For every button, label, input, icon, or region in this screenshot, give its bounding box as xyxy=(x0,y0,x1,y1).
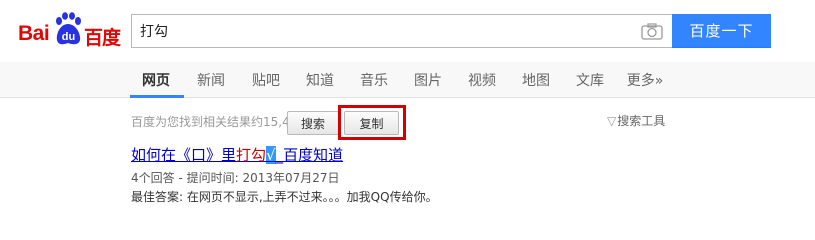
logo-text-bai: Bai xyxy=(18,22,50,45)
paw-icon: du xyxy=(56,12,81,45)
nav-tabs: 网页 新闻 贴吧 知道 音乐 图片 视频 地图 文库 更多» xyxy=(0,62,815,98)
tab-wenku[interactable]: 文库 xyxy=(573,62,607,98)
result-title-suffix: _百度知道 xyxy=(275,146,344,164)
search-input[interactable] xyxy=(132,15,632,47)
tab-tieba[interactable]: 贴吧 xyxy=(249,62,283,98)
search-tools-label: 搜索工具 xyxy=(617,114,666,128)
result-title-link[interactable]: 如何在《口》里打勾√_百度知道 xyxy=(131,144,343,165)
logo-badge-text: du xyxy=(62,31,75,43)
annotation-highlight-box xyxy=(338,105,406,140)
tab-zhidao[interactable]: 知道 xyxy=(303,62,337,98)
search-tools-link[interactable]: ▽搜索工具 xyxy=(607,112,665,129)
tab-video[interactable]: 视频 xyxy=(465,62,499,98)
tab-news[interactable]: 新闻 xyxy=(194,62,228,98)
search-button[interactable]: 百度一下 xyxy=(672,14,771,48)
tab-web[interactable]: 网页 xyxy=(134,62,178,98)
camera-icon[interactable] xyxy=(641,23,663,40)
logo-text-baidu: 百度 xyxy=(84,27,121,49)
baidu-logo[interactable]: Bai du 百度 xyxy=(18,12,124,49)
tab-images[interactable]: 图片 xyxy=(411,62,445,98)
filter-icon: ▽ xyxy=(607,114,617,128)
result-count: 百度为您找到相关结果约15,4 xyxy=(131,115,290,129)
tab-music[interactable]: 音乐 xyxy=(357,62,391,98)
tab-map[interactable]: 地图 xyxy=(519,62,553,98)
result-abstract: 最佳答案: 在网页不显示,上弄不过来。。。加我QQ传给你。 xyxy=(131,190,438,204)
result-title-prefix: 如何在《口》里 xyxy=(131,146,237,164)
result-title-keyword: 打勾 xyxy=(236,146,267,164)
result-meta: 4个回答 - 提问时间: 2013年07月27日 xyxy=(131,171,340,185)
tab-more[interactable]: 更多» xyxy=(624,62,666,98)
result-title-selected-text: √ xyxy=(266,146,276,164)
header: Bai du 百度 百度一下 xyxy=(0,0,815,62)
search-box xyxy=(131,14,672,48)
context-search-button[interactable]: 搜索 xyxy=(287,111,339,135)
active-tab-indicator xyxy=(130,95,184,98)
